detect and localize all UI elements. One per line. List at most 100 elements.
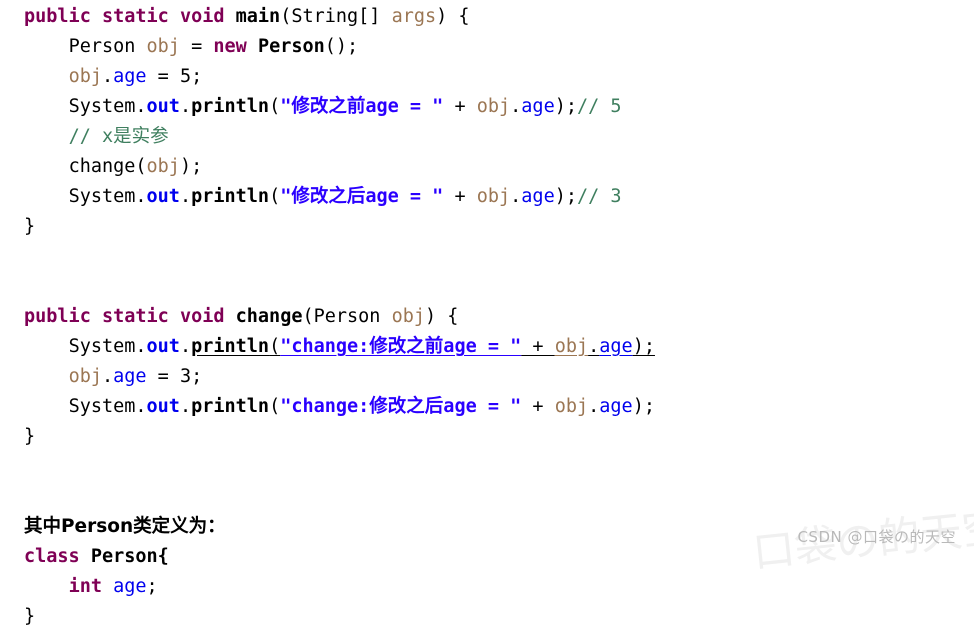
code-token-kw: static [101,6,169,27]
code-token-kw: public [24,6,91,27]
code-token-plain: ); [632,336,655,357]
code-token-plain: ( [269,336,281,357]
code-token-cmt: // 5 [577,96,622,117]
watermark-attribution: CSDN @口袋の的天空 [797,528,956,546]
code-token-plain: [] [358,6,392,27]
code-token-field: age [521,96,555,117]
code-token-str: "修改之前age = " [280,96,444,117]
code-token-plain: ) { [425,306,459,327]
code-token-var: obj [554,336,589,357]
code-token-plain: ( [135,156,147,177]
code-token-plain: . [588,396,600,417]
code-token-plain: ); [632,396,655,417]
code-token-var: obj [391,306,425,327]
code-token-plain: ( [269,96,281,117]
code-token-plain: . [510,186,522,207]
code-line: obj.age = 5; [24,62,954,92]
code-token-plain: . [588,336,600,357]
code-token-plain: . [179,186,192,207]
code-token-plainb: { [157,546,169,567]
code-line: obj.age = 3; [24,362,954,392]
code-token-plain: ( [302,306,314,327]
code-token-plain: . [179,96,192,117]
code-token-str: "change:修改之前age = " [280,336,522,357]
code-token-field: age [521,186,555,207]
code-token-plain: . [135,96,147,117]
code-token-plain: } [24,426,36,447]
code-token-plainb: Person [257,36,325,57]
code-token-plain: } [24,606,36,627]
code-line: } [24,602,954,632]
code-token-field: age [599,396,633,417]
code-token-var: obj [68,66,102,87]
code-token-plain: ); [554,186,577,207]
code-line: // x是实参 [24,122,954,152]
code-token-plain: System [68,336,136,357]
code-token-var: args [391,6,437,27]
code-line: System.out.println("change:修改之前age = " +… [24,332,954,362]
code-token-var: obj [476,96,511,117]
code-token-plainb: main [235,6,281,27]
code-token-plain: } [24,216,36,237]
code-token-plain: . [135,186,147,207]
code-token-plainb: Person [90,546,158,567]
code-token-plainb: println [191,396,270,417]
code-token-kw: void [179,6,225,27]
code-token-kw: public [24,306,91,327]
code-line: public static void change(Person obj) { [24,302,954,332]
code-token-plain: 5 [179,66,192,87]
code-line: public static void main(String[] args) { [24,2,954,32]
code-token-field: age [599,336,633,357]
code-line: System.out.println("修改之后age = " + obj.ag… [24,182,954,212]
code-token-str: "修改之后age = " [280,186,444,207]
code-token-plain: + [521,396,555,417]
code-token-kw: static [101,306,169,327]
code-token-plain: System [68,396,136,417]
code-token-plain: ( [280,6,292,27]
code-token-plain: ); [179,156,203,177]
code-token-kw: class [24,546,80,567]
code-token-plain: . [510,96,522,117]
code-token-kw: void [179,306,225,327]
code-token-plain: . [135,396,147,417]
code-token-plain: System [68,96,136,117]
code-token-var: obj [554,396,589,417]
code-token-plain: (); [324,36,359,57]
code-token-plain: ); [554,96,577,117]
code-token-plain: . [101,66,114,87]
code-token-fieldb: out [146,186,180,207]
code-token-plain: ( [269,396,281,417]
code-token-plain: . [179,336,192,357]
code-line: int age; [24,572,954,602]
code-token-field: age [113,576,147,597]
code-token-plain: + [443,96,477,117]
code-token-fieldb: out [146,396,180,417]
code-token-plainb: println [191,336,270,357]
code-token-plain: Person [68,36,136,57]
code-token-var: obj [68,366,102,387]
code-token-fieldb: out [146,96,180,117]
code-line: System.out.println("修改之前age = " + obj.ag… [24,92,954,122]
code-token-kw: new [213,36,247,57]
code-token-plain: . [101,366,114,387]
code-token-var: obj [476,186,511,207]
